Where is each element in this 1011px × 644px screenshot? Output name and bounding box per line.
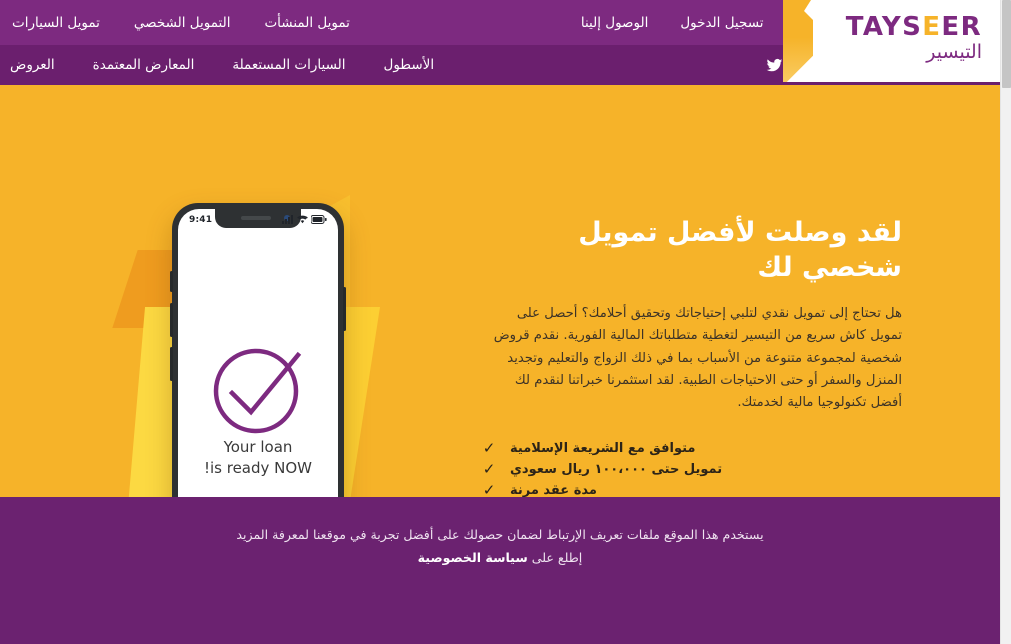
logo-en-part2: ER (941, 12, 982, 42)
logo-en-part1: TAYS (845, 12, 923, 42)
logo-english-text: TAYSEER (846, 14, 982, 40)
nav-car-finance[interactable]: تمويل السيارات (12, 15, 100, 31)
hero-feature-label: متوافق مع الشريعة الإسلامية (510, 441, 696, 457)
phone-volume-down-button (170, 347, 173, 381)
hero-feature-item: ✓ مدة عقد مرنة (482, 483, 902, 497)
phone-mute-switch (170, 271, 173, 292)
cookie-text-line2: إطلع على سياسة الخصوصية (0, 546, 1000, 569)
logo-fold-ribbon (783, 0, 813, 82)
success-check-icon (206, 337, 310, 445)
cookie-text-prefix: إطلع على (527, 550, 583, 566)
phone-power-button (343, 287, 346, 331)
check-icon: ✓ (482, 481, 496, 497)
phone-clock: 9:41 (189, 214, 213, 225)
hero-section: 9:41 Your loan is ready NOW! لقد وصلت لأ… (0, 85, 1000, 497)
nav-fleet[interactable]: الأسطول (384, 57, 435, 73)
hero-title: لقد وصلت لأفضل تمويل شخصي لك (578, 217, 902, 284)
hero-copy: لقد وصلت لأفضل تمويل شخصي لك هل تحتاج إل… (482, 85, 902, 497)
site-logo[interactable]: TAYSEER التيسير (783, 0, 1000, 82)
hero-paragraph: هل تحتاج إلى تمويل نقدي لتلبي إحتياجاتك … (493, 306, 902, 410)
phone-status-icons (282, 215, 327, 224)
page-viewport: English العربية ٩٢٠٠١٠١٨١ تسجيل الدخول ا… (0, 0, 1000, 644)
hero-feature-label: مدة عقد مرنة (510, 483, 597, 497)
cellular-signal-icon (282, 215, 293, 224)
cookie-consent-banner: يستخدم هذا الموقع ملفات تعريف الإرتباط ل… (0, 497, 1000, 644)
top-link-contact[interactable]: الوصول إلينا (581, 15, 649, 31)
phone-screen: 9:41 Your loan is ready NOW! (178, 209, 338, 497)
check-icon: ✓ (482, 439, 496, 458)
phone-message-line2: is ready NOW! (203, 459, 313, 478)
phone-screen-message: Your loan is ready NOW! (178, 437, 338, 480)
check-icon: ✓ (482, 460, 496, 479)
logo-text: TAYSEER التيسير (846, 14, 982, 63)
battery-icon (311, 215, 327, 224)
nav-personal-finance[interactable]: التمويل الشخصي (134, 15, 231, 31)
nav-business-finance[interactable]: تمويل المنشأت (264, 15, 349, 31)
scrollbar-thumb[interactable] (1002, 0, 1011, 88)
page-scrollbar[interactable] (1000, 0, 1011, 644)
secondary-nav-group: الأسطول السيارات المستعملة المعارض المعت… (0, 57, 434, 73)
hero-feature-label: تمويل حتى ١٠٠،٠٠٠ ريال سعودي (510, 462, 723, 478)
phone-mockup: 9:41 Your loan is ready NOW! (170, 203, 346, 497)
page-root: English العربية ٩٢٠٠١٠١٨١ تسجيل الدخول ا… (0, 0, 1011, 644)
top-link-login[interactable]: تسجيل الدخول (680, 15, 763, 31)
logo-arabic-text: التيسير (926, 41, 982, 63)
hero-feature-list: ✓ متوافق مع الشريعة الإسلامية ✓ تمويل حت… (482, 441, 902, 497)
phone-volume-up-button (170, 303, 173, 337)
phone-status-bar: 9:41 (178, 212, 338, 227)
primary-nav-group: تمويل المنشأت التمويل الشخصي تمويل السيا… (0, 15, 350, 31)
hero-feature-item: ✓ تمويل حتى ١٠٠،٠٠٠ ريال سعودي (482, 460, 902, 479)
nav-approved-showrooms[interactable]: المعارض المعتمدة (93, 57, 195, 73)
cookie-banner-text: يستخدم هذا الموقع ملفات تعريف الإرتباط ل… (0, 523, 1000, 570)
privacy-policy-link[interactable]: سياسة الخصوصية (418, 550, 528, 565)
cookie-text-line1: يستخدم هذا الموقع ملفات تعريف الإرتباط ل… (236, 527, 764, 542)
nav-offers[interactable]: العروض (10, 57, 55, 73)
hero-feature-item: ✓ متوافق مع الشريعة الإسلامية (482, 439, 902, 458)
nav-used-cars[interactable]: السيارات المستعملة (232, 57, 345, 73)
twitter-icon[interactable] (765, 56, 784, 75)
top-links-group: تسجيل الدخول الوصول إلينا (581, 15, 764, 31)
phone-message-line1: Your loan (223, 438, 293, 456)
wifi-icon (297, 215, 308, 224)
logo-en-highlight: E (922, 12, 942, 42)
